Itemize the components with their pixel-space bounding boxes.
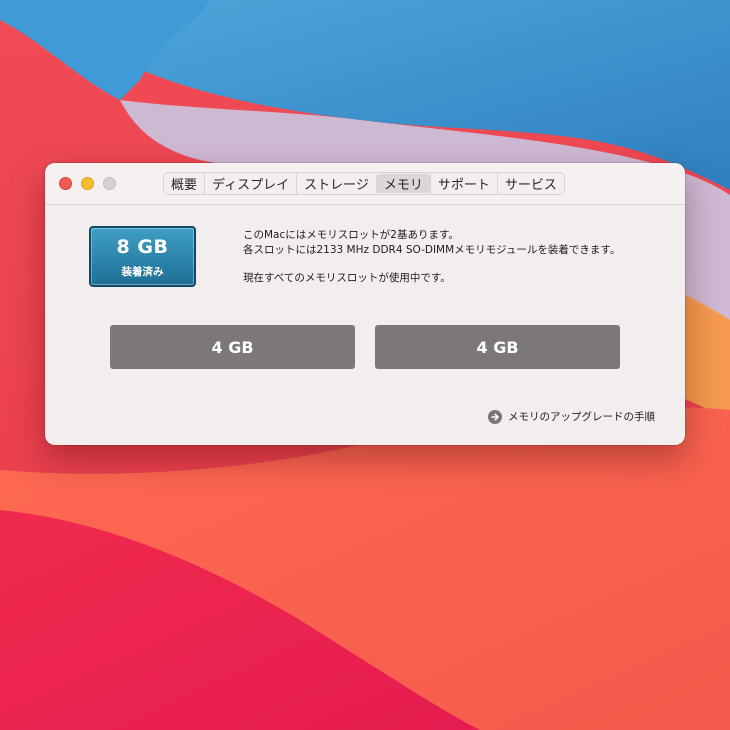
zoom-window-button xyxy=(103,177,116,190)
memory-status-label: 装着済み xyxy=(121,266,164,278)
tab-bar: 概要 ディスプレイ ストレージ メモリ サポート サービス xyxy=(163,172,565,195)
about-this-mac-window: 概要 ディスプレイ ストレージ メモリ サポート サービス 8 GB 装着済み … xyxy=(45,163,685,445)
description-line-2: 各スロットには2133 MHz DDR4 SO-DIMMメモリモジュールを装着で… xyxy=(243,244,621,256)
memory-upgrade-link-label: メモリのアップグレードの手順 xyxy=(508,411,655,423)
tab-displays[interactable]: ディスプレイ xyxy=(204,173,296,194)
memory-upgrade-link[interactable]: メモリのアップグレードの手順 xyxy=(488,409,655,424)
tab-support[interactable]: サポート xyxy=(429,173,497,194)
description-line-3: 現在すべてのメモリスロットが使用中です。 xyxy=(243,272,451,284)
title-bar: 概要 ディスプレイ ストレージ メモリ サポート サービス xyxy=(45,163,685,205)
tab-overview[interactable]: 概要 xyxy=(164,173,204,194)
memory-slot-1: 4 GB xyxy=(110,325,355,369)
minimize-window-button[interactable] xyxy=(81,177,94,190)
memory-total-badge: 8 GB 装着済み xyxy=(89,226,196,287)
tab-service[interactable]: サービス xyxy=(496,173,564,194)
arrow-circle-icon xyxy=(488,409,502,424)
memory-total-label: 8 GB xyxy=(116,236,169,258)
description-spacer xyxy=(243,258,673,271)
memory-panel: 8 GB 装着済み このMacにはメモリスロットが2基あります。 各スロットには… xyxy=(45,205,685,445)
description-line-1: このMacにはメモリスロットが2基あります。 xyxy=(243,229,459,241)
desktop: 概要 ディスプレイ ストレージ メモリ サポート サービス 8 GB 装着済み … xyxy=(0,0,730,730)
tab-storage[interactable]: ストレージ xyxy=(296,173,376,194)
close-window-button[interactable] xyxy=(59,177,72,190)
memory-description: このMacにはメモリスロットが2基あります。 各スロットには2133 MHz D… xyxy=(243,228,673,286)
memory-slot-2: 4 GB xyxy=(375,325,620,369)
tab-memory[interactable]: メモリ xyxy=(375,174,430,193)
